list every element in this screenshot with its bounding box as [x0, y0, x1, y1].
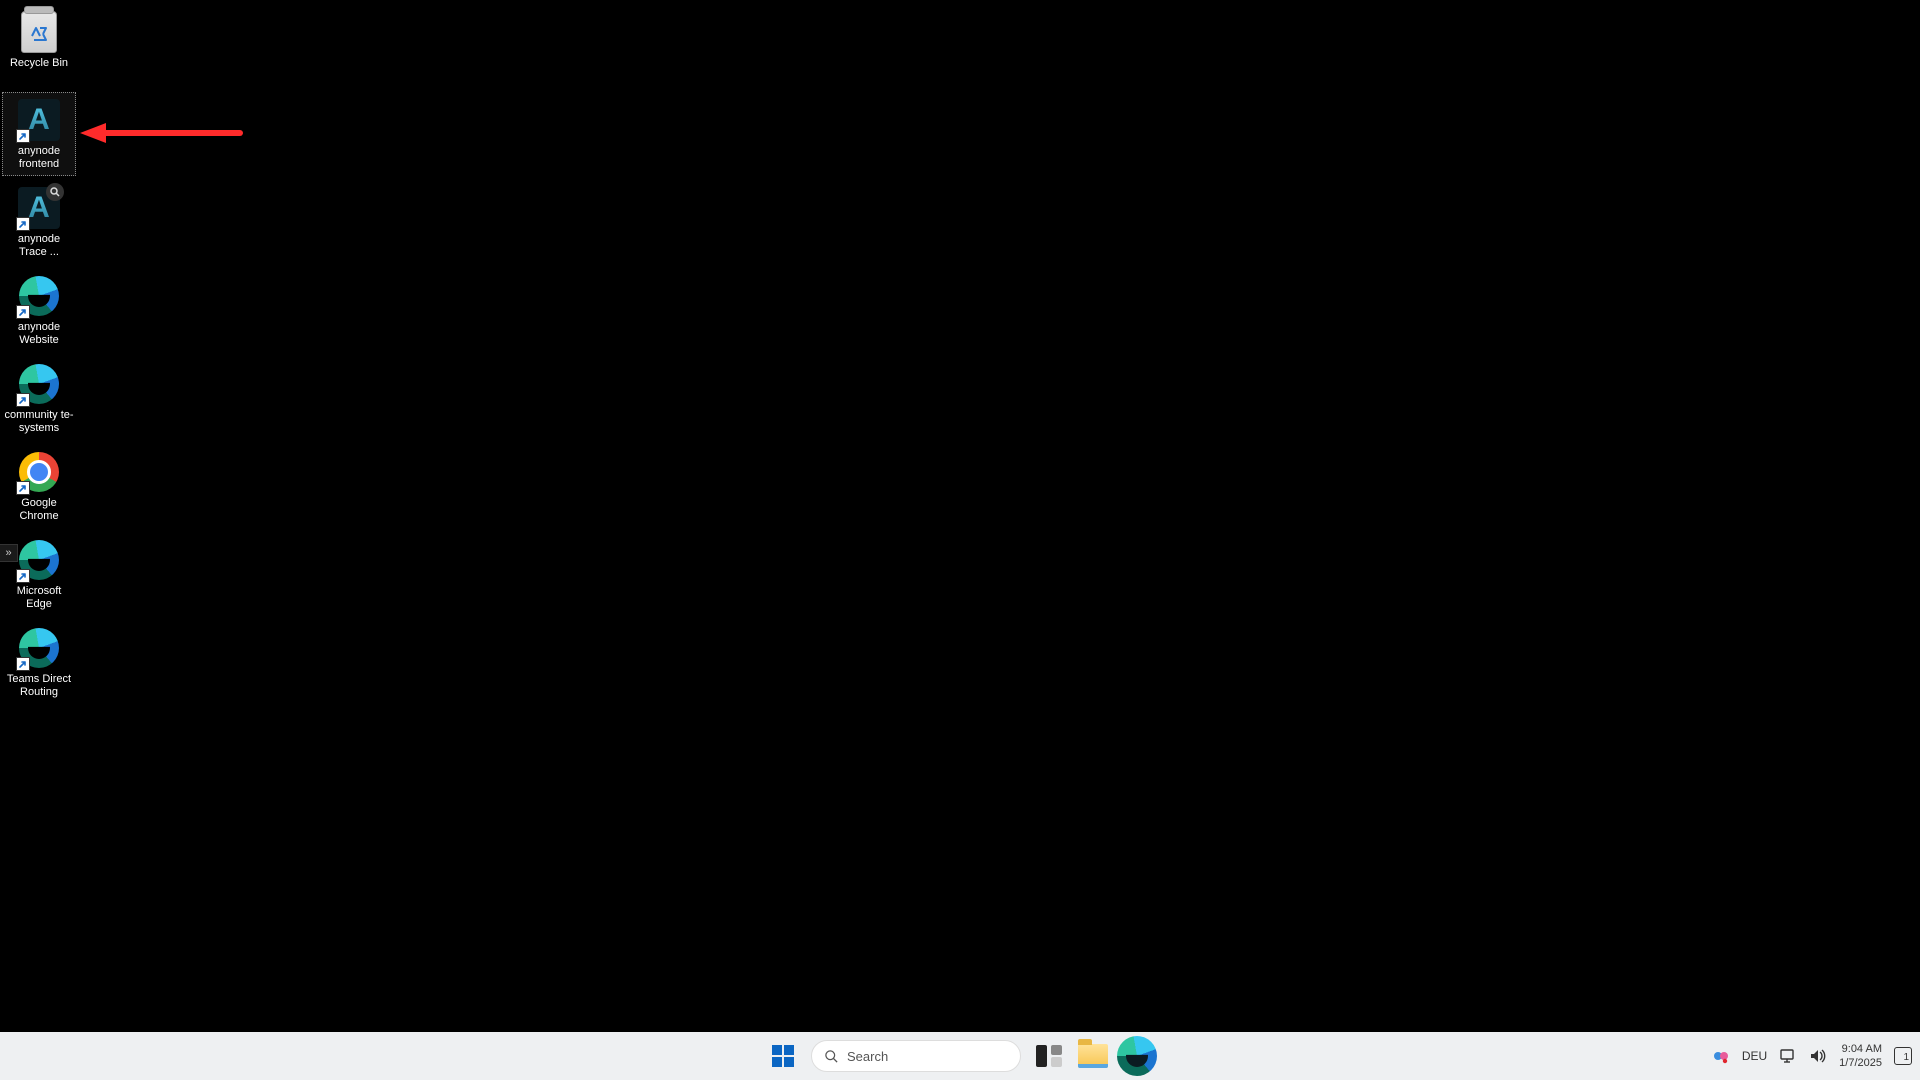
taskbar-task-view[interactable] [1029, 1036, 1069, 1076]
input-language[interactable]: DEU [1742, 1049, 1767, 1063]
anynode-website-icon [16, 273, 62, 319]
clock-date: 1/7/2025 [1839, 1056, 1882, 1070]
shortcut-overlay-icon [16, 217, 30, 231]
system-tray[interactable]: DEU 9:04 AM 1/7/2025 1 [1712, 1042, 1912, 1070]
annotation-arrow [80, 118, 250, 148]
anynode-trace-icon: A [16, 185, 62, 231]
clock-time: 9:04 AM [1839, 1042, 1882, 1056]
desktop-icon-teams-direct-routing[interactable]: Teams Direct Routing [2, 620, 76, 704]
desktop-icon-label: community te-systems [4, 409, 74, 435]
desktop-icon-anynode-website[interactable]: anynode Website [2, 268, 76, 352]
shortcut-overlay-icon [16, 129, 30, 143]
network-icon[interactable] [1779, 1047, 1797, 1065]
anynode-frontend-icon: A [16, 97, 62, 143]
notification-count: 1 [1903, 1052, 1909, 1063]
teams-direct-routing-icon [16, 625, 62, 671]
desktop-icon-anynode-trace[interactable]: A anynode Trace ... [2, 180, 76, 264]
taskbar-search[interactable]: Search [811, 1040, 1021, 1072]
shortcut-overlay-icon [16, 305, 30, 319]
desktop-icon-recycle-bin[interactable]: Recycle Bin [2, 4, 76, 88]
recycle-bin-icon [16, 9, 62, 55]
community-te-systems-icon [16, 361, 62, 407]
desktop-icon-label: Teams Direct Routing [4, 673, 74, 699]
copilot-icon[interactable] [1712, 1047, 1730, 1065]
desktop-icon-label: Microsoft Edge [4, 585, 74, 611]
desktop-icon-label: Google Chrome [4, 497, 74, 523]
start-button[interactable] [763, 1036, 803, 1076]
desktop-icon-anynode-frontend[interactable]: A anynode frontend [2, 92, 76, 176]
taskbar-file-explorer[interactable] [1073, 1036, 1113, 1076]
taskbar-search-placeholder: Search [847, 1049, 888, 1064]
taskbar-edge[interactable] [1117, 1036, 1157, 1076]
desktop-icon-label: Recycle Bin [4, 57, 74, 70]
search-icon [824, 1049, 839, 1064]
volume-icon[interactable] [1809, 1047, 1827, 1065]
desktop-icon-google-chrome[interactable]: Google Chrome [2, 444, 76, 528]
shortcut-overlay-icon [16, 657, 30, 671]
clock[interactable]: 9:04 AM 1/7/2025 [1839, 1042, 1882, 1070]
shortcut-overlay-icon [16, 393, 30, 407]
taskbar: Search DEU 9:04 AM [0, 1032, 1920, 1080]
shortcut-overlay-icon [16, 569, 30, 583]
desktop-icon-label: anynode Trace ... [4, 233, 74, 259]
desktop-icon-label: anynode Website [4, 321, 74, 347]
microsoft-edge-icon [16, 537, 62, 583]
desktop[interactable]: Recycle Bin A anynode frontend A anynode… [0, 0, 1920, 1032]
shortcut-overlay-icon [16, 481, 30, 495]
notifications-button[interactable]: 1 [1894, 1047, 1912, 1065]
side-tab[interactable]: » [0, 544, 18, 562]
google-chrome-icon [16, 449, 62, 495]
desktop-icon-label: anynode frontend [4, 145, 74, 171]
desktop-icon-community-te-systems[interactable]: community te-systems [2, 356, 76, 440]
